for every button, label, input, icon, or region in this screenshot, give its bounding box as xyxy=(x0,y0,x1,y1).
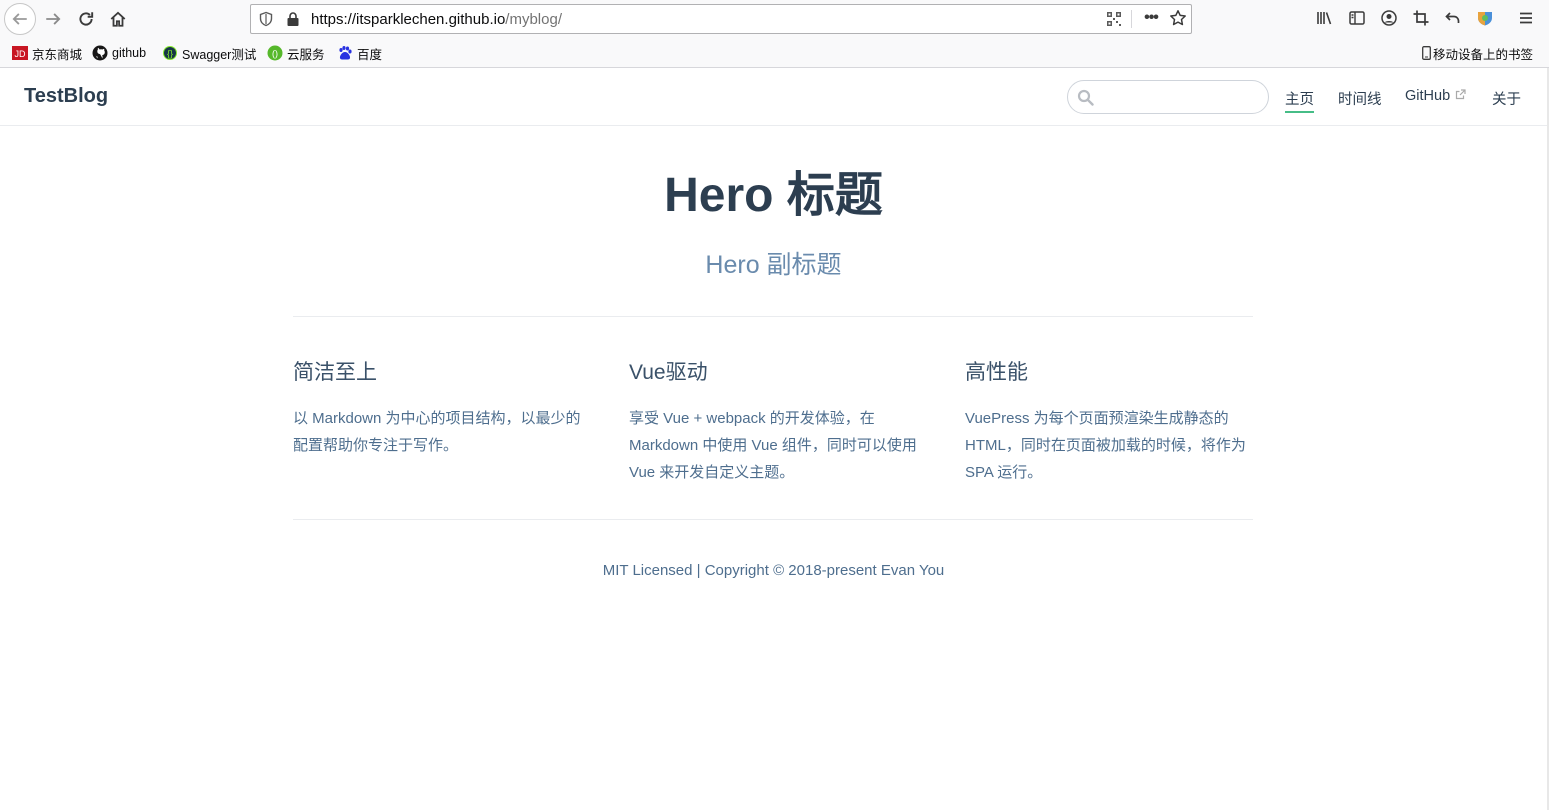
feature-title: 高性能 xyxy=(965,361,1028,384)
hero-subtitle: Hero 副标题 xyxy=(705,251,842,279)
bookmark-star-icon[interactable] xyxy=(1169,9,1187,27)
home-icon xyxy=(110,11,126,27)
nav-github-link[interactable]: GitHub xyxy=(1405,88,1466,104)
cloud-service-icon: () xyxy=(267,45,283,61)
footer-text: MIT Licensed | Copyright © 2018-present … xyxy=(602,562,945,579)
lock-icon[interactable] xyxy=(286,11,300,27)
mobile-bookmarks-folder[interactable]: 移动设备上的书签 xyxy=(1422,45,1533,62)
bookmark-cloud-service[interactable]: () 云服务 xyxy=(267,45,325,62)
feature-title: Vue驱动 xyxy=(629,361,708,384)
tracking-protection-shield-icon[interactable] xyxy=(258,11,274,27)
screenshot-crop-icon[interactable] xyxy=(1412,9,1430,27)
feature-title: 简洁至上 xyxy=(293,361,377,384)
footer-divider xyxy=(293,519,1253,520)
menu-hamburger-icon[interactable] xyxy=(1517,9,1535,27)
url-host: https://itsparklechen.github.io xyxy=(311,11,506,28)
site-navbar: TestBlog 主页 时间线 GitHub 关于 xyxy=(0,69,1547,126)
bookmark-swagger[interactable]: {} Swagger测试 xyxy=(162,45,257,62)
github-icon xyxy=(92,45,108,61)
mobile-device-icon xyxy=(1422,45,1431,61)
bookmark-label: 云服务 xyxy=(287,47,325,62)
reload-icon xyxy=(79,12,94,26)
nav-about-link[interactable]: 关于 xyxy=(1492,88,1521,109)
nav-github-label: GitHub xyxy=(1405,88,1451,104)
swagger-icon: {} xyxy=(162,45,178,61)
site-title[interactable]: TestBlog xyxy=(24,85,108,108)
feature-card: 简洁至上 以 Markdown 为中心的项目结构，以最少的配置帮助你专注于写作。 xyxy=(293,356,583,459)
external-link-icon xyxy=(1456,89,1466,100)
feature-details: 以 Markdown 为中心的项目结构，以最少的配置帮助你专注于写作。 xyxy=(293,410,581,454)
bookmark-label: 百度 xyxy=(357,47,383,62)
mobile-bookmarks-label: 移动设备上的书签 xyxy=(1432,47,1533,62)
extension-badge-icon[interactable] xyxy=(1476,9,1494,27)
feature-details: VuePress 为每个页面预渲染生成静态的 HTML，同时在页面被加载的时候，… xyxy=(965,410,1246,481)
svg-text:JD: JD xyxy=(15,49,27,59)
svg-text:(): () xyxy=(272,49,278,59)
bookmark-label: Swagger测试 xyxy=(182,47,257,62)
url-bar[interactable]: https://itsparklechen.github.io/myblog/ … xyxy=(250,4,1192,34)
jd-icon: JD xyxy=(12,45,28,61)
browser-toolbar: https://itsparklechen.github.io/myblog/ … xyxy=(0,0,1549,38)
feature-details: 享受 Vue + webpack 的开发体验，在 Markdown 中使用 Vu… xyxy=(629,410,917,481)
forward-button[interactable] xyxy=(37,3,69,35)
bookmark-jd[interactable]: JD 京东商城 xyxy=(12,45,83,62)
page-actions-more-icon[interactable]: ••• xyxy=(1141,9,1161,29)
bookmark-baidu[interactable]: 百度 xyxy=(337,45,383,62)
feature-card: Vue驱动 享受 Vue + webpack 的开发体验，在 Markdown … xyxy=(629,356,919,486)
bookmark-label: github xyxy=(112,46,147,60)
url-path: /myblog/ xyxy=(505,11,562,28)
qr-code-icon[interactable] xyxy=(1106,11,1122,27)
back-button[interactable] xyxy=(4,3,36,35)
home-button[interactable] xyxy=(102,3,134,35)
arrow-right-icon xyxy=(46,13,61,25)
svg-text:{}: {} xyxy=(167,49,173,59)
url-text[interactable]: https://itsparklechen.github.io/myblog/ xyxy=(311,11,562,28)
search-icon xyxy=(1077,89,1094,106)
nav-home-link[interactable]: 主页 xyxy=(1285,88,1314,113)
hero-title: Hero 标题 xyxy=(664,169,883,222)
features-top-divider xyxy=(293,316,1253,317)
url-separator xyxy=(1131,10,1132,28)
undo-icon[interactable] xyxy=(1444,9,1462,27)
bookmarks-toolbar: JD 京东商城 github {} Swagger测试 () 云服务 百度 移动… xyxy=(0,38,1549,68)
search-input[interactable] xyxy=(1067,80,1269,114)
reload-button[interactable] xyxy=(70,3,102,35)
baidu-icon xyxy=(337,45,353,61)
sidebar-icon[interactable] xyxy=(1348,9,1366,27)
bookmark-github[interactable]: github xyxy=(92,45,146,61)
library-icon[interactable] xyxy=(1316,9,1334,27)
nav-timeline-link[interactable]: 时间线 xyxy=(1338,88,1382,109)
account-icon[interactable] xyxy=(1380,9,1398,27)
feature-card: 高性能 VuePress 为每个页面预渲染生成静态的 HTML，同时在页面被加载… xyxy=(965,356,1255,486)
bookmark-label: 京东商城 xyxy=(32,47,83,62)
arrow-left-icon xyxy=(12,13,27,25)
